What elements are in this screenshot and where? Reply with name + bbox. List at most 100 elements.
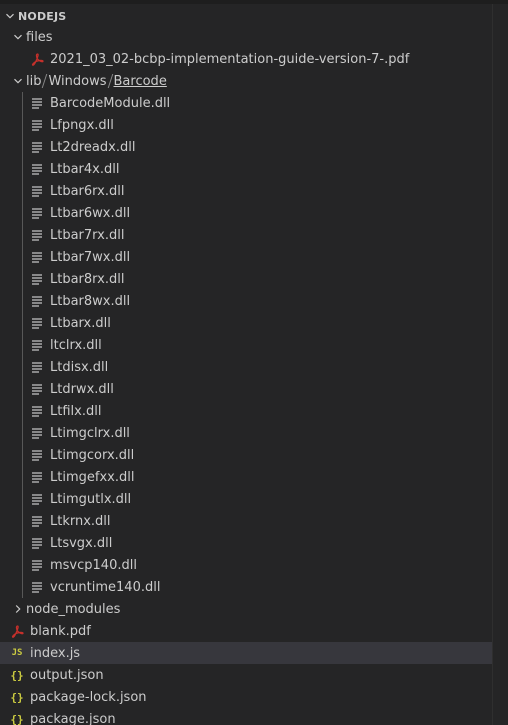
workspace-title: NODEJS	[18, 9, 67, 23]
chevron-down-icon	[10, 29, 26, 45]
file-label: Lt2dreadx.dll	[50, 139, 136, 155]
file-explorer: NODEJS files 2021_03_02-bcbp-implementat…	[0, 0, 508, 725]
file-item-dll[interactable]: Ltkrnx.dll	[0, 510, 492, 532]
workspace-section-header[interactable]: NODEJS	[0, 5, 492, 27]
file-lines-icon	[30, 117, 44, 133]
file-label: msvcp140.dll	[50, 557, 137, 573]
file-lines-icon	[30, 249, 44, 265]
file-item-dll[interactable]: Lt2dreadx.dll	[0, 136, 492, 158]
file-item-dll[interactable]: BarcodeModule.dll	[0, 92, 492, 114]
file-item-dll[interactable]: vcruntime140.dll	[0, 576, 492, 598]
file-label: Ltbar7rx.dll	[50, 227, 125, 243]
file-item-dll[interactable]: Ltbar7wx.dll	[0, 246, 492, 268]
file-label: Ltbar8rx.dll	[50, 271, 125, 287]
json-file-icon: {}	[10, 712, 24, 725]
file-item-dll[interactable]: Ltdrwx.dll	[0, 378, 492, 400]
file-lines-icon	[30, 535, 44, 551]
file-lines-icon	[30, 337, 44, 353]
file-lines-icon	[30, 513, 44, 529]
file-item-dll[interactable]: Ltbar8wx.dll	[0, 290, 492, 312]
file-item-package-lock-json[interactable]: {} package-lock.json	[0, 686, 492, 708]
file-label: Ltimgclrx.dll	[50, 425, 130, 441]
file-lines-icon	[30, 315, 44, 331]
file-label: Ltbar6wx.dll	[50, 205, 131, 221]
file-lines-icon	[30, 271, 44, 287]
file-item-index-js[interactable]: JS index.js	[0, 642, 492, 664]
file-label: 2021_03_02-bcbp-implementation-guide-ver…	[50, 51, 410, 67]
file-item-output-json[interactable]: {} output.json	[0, 664, 492, 686]
file-label: Ltbarx.dll	[50, 315, 111, 331]
file-lines-icon	[30, 557, 44, 573]
chevron-down-icon	[10, 73, 26, 89]
file-lines-icon	[30, 227, 44, 243]
file-label: Ltbar4x.dll	[50, 161, 120, 177]
file-label: Ltdisx.dll	[50, 359, 109, 375]
file-item-dll[interactable]: Ltdisx.dll	[0, 356, 492, 378]
path-separator	[42, 74, 48, 88]
file-label: vcruntime140.dll	[50, 579, 161, 595]
scrollbar[interactable]	[492, 4, 508, 725]
folder-label: node_modules	[26, 601, 121, 617]
file-label: Ltbar6rx.dll	[50, 183, 125, 199]
folder-files[interactable]: files	[0, 26, 492, 48]
file-lines-icon	[30, 359, 44, 375]
file-label: Ltimgcorx.dll	[50, 447, 135, 463]
file-item-dll[interactable]: Ltbar6wx.dll	[0, 202, 492, 224]
file-item-dll[interactable]: Ltimgutlx.dll	[0, 488, 492, 510]
file-lines-icon	[30, 469, 44, 485]
file-lines-icon	[30, 161, 44, 177]
file-lines-icon	[30, 579, 44, 595]
file-label: BarcodeModule.dll	[50, 95, 171, 111]
file-label: blank.pdf	[30, 623, 91, 639]
file-lines-icon	[30, 293, 44, 309]
file-label: Ltsvgx.dll	[50, 535, 113, 551]
file-label: index.js	[30, 645, 81, 661]
file-item-dll[interactable]: Ltbar8rx.dll	[0, 268, 492, 290]
file-label: package-lock.json	[30, 689, 147, 705]
file-lines-icon	[30, 425, 44, 441]
file-label: Ltimgutlx.dll	[50, 491, 132, 507]
pdf-file-icon	[10, 623, 24, 639]
file-item-dll[interactable]: Ltimgcorx.dll	[0, 444, 492, 466]
file-label: Ltkrnx.dll	[50, 513, 111, 529]
file-label: output.json	[30, 667, 104, 683]
file-label: ltclrx.dll	[50, 337, 102, 353]
file-lines-icon	[30, 381, 44, 397]
chevron-down-icon	[2, 8, 18, 24]
file-label: Ltfilx.dll	[50, 403, 102, 419]
file-item-package-json[interactable]: {} package.json	[0, 708, 492, 725]
file-item-blank-pdf[interactable]: blank.pdf	[0, 620, 492, 642]
folder-lib-windows-barcode[interactable]: lib Windows Barcode	[0, 70, 492, 92]
title-bar-remnant	[0, 0, 508, 4]
file-item-dll[interactable]: ltclrx.dll	[0, 334, 492, 356]
file-lines-icon	[30, 205, 44, 221]
file-item-dll[interactable]: Ltbar6rx.dll	[0, 180, 492, 202]
path-separator	[107, 74, 113, 88]
folder-node-modules[interactable]: node_modules	[0, 598, 492, 620]
file-label: Ltimgefxx.dll	[50, 469, 135, 485]
file-item-dll[interactable]: msvcp140.dll	[0, 554, 492, 576]
file-lines-icon	[30, 183, 44, 199]
file-item-dll[interactable]: Ltimgefxx.dll	[0, 466, 492, 488]
file-lines-icon	[30, 403, 44, 419]
file-lines-icon	[30, 491, 44, 507]
json-file-icon: {}	[10, 690, 24, 704]
pdf-file-icon	[30, 51, 44, 67]
file-label: Lfpngx.dll	[50, 117, 114, 133]
chevron-right-icon	[10, 601, 26, 617]
path-segment-windows[interactable]: Windows	[48, 74, 106, 89]
file-item-dll[interactable]: Lfpngx.dll	[0, 114, 492, 136]
file-item-dll[interactable]: Ltbarx.dll	[0, 312, 492, 334]
file-label: package.json	[30, 711, 116, 725]
json-file-icon: {}	[10, 668, 24, 682]
file-item-dll[interactable]: Ltbar4x.dll	[0, 158, 492, 180]
file-item-dll[interactable]: Ltbar7rx.dll	[0, 224, 492, 246]
file-item-dll[interactable]: Ltimgclrx.dll	[0, 422, 492, 444]
folder-label: files	[26, 29, 53, 45]
path-segment-barcode[interactable]: Barcode	[114, 74, 167, 89]
file-item-dll[interactable]: Ltfilx.dll	[0, 400, 492, 422]
path-segment-lib[interactable]: lib	[26, 74, 41, 89]
file-item[interactable]: 2021_03_02-bcbp-implementation-guide-ver…	[0, 48, 492, 70]
file-lines-icon	[30, 95, 44, 111]
file-item-dll[interactable]: Ltsvgx.dll	[0, 532, 492, 554]
